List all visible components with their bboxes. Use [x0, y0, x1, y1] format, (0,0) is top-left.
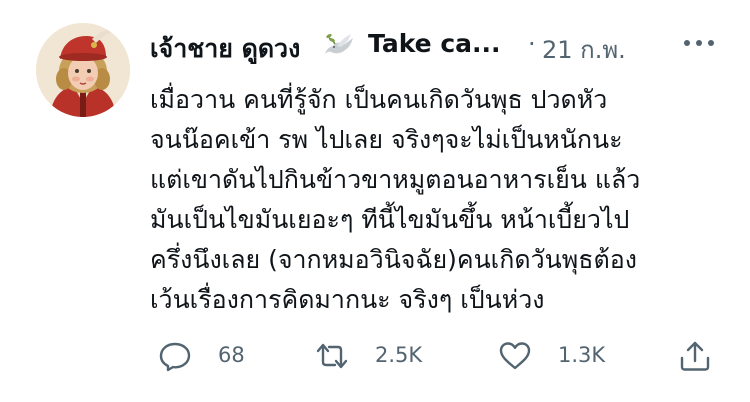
tweet-text-line: จนน๊อคเข้า รพ ไปเลย จริงๆจะไม่เป็นหนักนะ — [150, 125, 623, 154]
tweet-header: เจ้าชาย ดูดวง Take ca... · 21 ก.พ. — [150, 24, 720, 68]
header-separator: · — [528, 30, 536, 58]
tweet-date[interactable]: 21 ก.พ. — [542, 30, 626, 69]
tweet-text-line: ครึ่งนึงเลย (จากหมอวินิจฉัย)คนเกิดวันพุธ… — [150, 245, 637, 274]
author-name-suffix[interactable]: Take ca... — [368, 29, 501, 58]
tweet-text-line: มันเป็นไขมันเยอะๆ ทีนี้ไขมันขึ้น หน้าเบี… — [150, 205, 630, 234]
retweet-count: 2.5K — [375, 343, 423, 367]
author-display-name[interactable]: เจ้าชาย ดูดวง — [150, 29, 300, 69]
dove-icon — [323, 30, 355, 60]
tweet-text-line: แต่เขาดันไปกินข้าวขาหมูตอนอาหารเย็น แล้ว — [150, 165, 641, 194]
share-icon — [678, 340, 712, 372]
tweet-card: เจ้าชาย ดูดวง Take ca... · 21 ก.พ. เมื่อ… — [0, 0, 750, 402]
retweet-icon — [315, 340, 349, 372]
more-horizontal-icon — [684, 40, 714, 46]
reply-icon — [158, 340, 192, 372]
avatar-image — [36, 23, 130, 117]
tweet-text: เมื่อวาน คนที่รู้จัก เป็นคนเกิดวันพุธ ปว… — [150, 80, 710, 320]
avatar[interactable] — [36, 23, 130, 117]
like-button[interactable]: 1.3K — [498, 338, 638, 374]
heart-icon — [498, 340, 532, 372]
reply-count: 68 — [218, 343, 245, 367]
tweet-text-line: เมื่อวาน คนที่รู้จัก เป็นคนเกิดวันพุธ ปว… — [150, 85, 608, 114]
reply-button[interactable]: 68 — [158, 338, 278, 374]
retweet-button[interactable]: 2.5K — [315, 338, 455, 374]
share-button[interactable] — [678, 338, 714, 374]
tweet-actions: 68 2.5K 1.3K — [150, 338, 720, 374]
more-button[interactable] — [680, 28, 718, 58]
like-count: 1.3K — [558, 343, 606, 367]
tweet-text-line: เว้นเรื่องการคิดมากนะ จริงๆ เป็นห่วง — [150, 285, 545, 314]
